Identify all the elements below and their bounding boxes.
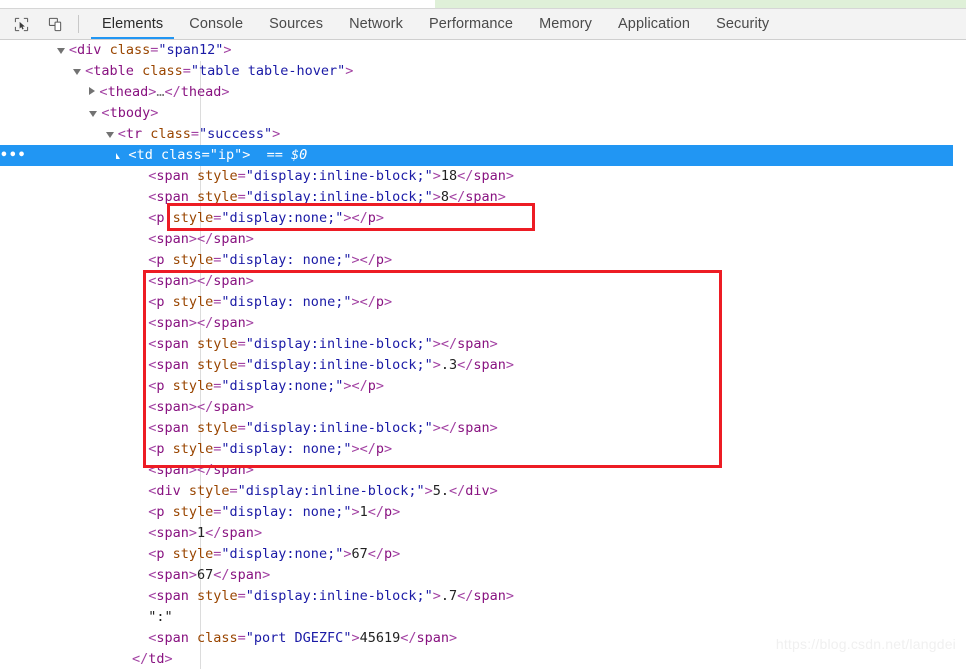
dom-node-source: <span>67</span> <box>148 567 271 583</box>
dom-node-source: <span></span> <box>148 462 254 478</box>
tab-console-label: Console <box>189 16 244 32</box>
toolbar-divider <box>78 15 79 33</box>
tab-memory[interactable]: Memory <box>526 9 605 39</box>
dom-tree-row[interactable]: <div class="span12"> <box>0 40 966 61</box>
dom-tree-row[interactable]: <span></span> <box>0 460 966 481</box>
twisty-collapsed-icon[interactable] <box>89 87 96 95</box>
twisty-expanded-icon[interactable] <box>73 69 82 75</box>
inspect-element-icon[interactable] <box>8 12 34 36</box>
dom-node-source: <p style="display:none;">67</p> <box>148 546 401 562</box>
tab-sources[interactable]: Sources <box>256 9 336 39</box>
dom-tree-row[interactable]: <span></span> <box>0 229 966 250</box>
dom-node-source: <p style="display:none;"></p> <box>148 210 385 226</box>
dom-node-source: </td> <box>131 651 173 667</box>
dom-node-source: <span style="display:inline-block;">.7</… <box>148 588 515 604</box>
tab-elements-label: Elements <box>102 16 164 32</box>
tab-application[interactable]: Application <box>605 9 703 39</box>
dom-tree-row[interactable]: <p style="display:none;"></p> <box>0 376 966 397</box>
window-top-strip-left <box>0 0 435 8</box>
dom-node-source: <span></span> <box>148 231 254 247</box>
dom-node-source: <p style="display: none;"></p> <box>148 252 393 268</box>
dom-node-source: <span class="port DGEZFC">45619</span> <box>148 630 458 646</box>
selected-node-marker: == $0 <box>250 147 308 163</box>
device-toolbar-icon[interactable] <box>42 12 68 36</box>
dom-tree-row[interactable]: <table class="table table-hover"> <box>0 61 966 82</box>
dom-tree-row[interactable]: <p style="display: none;"></p> <box>0 439 966 460</box>
tab-security[interactable]: Security <box>703 9 782 39</box>
elements-dom-tree[interactable]: <div class="span12"> <table class="table … <box>0 40 966 670</box>
dom-tree-row[interactable]: <p style="display: none;"></p> <box>0 250 966 271</box>
tab-console[interactable]: Console <box>176 9 256 39</box>
dom-node-source: <span style="display:inline-block;">18</… <box>148 168 515 184</box>
dom-tree-row[interactable]: <p style="display:none;"></p> <box>0 208 966 229</box>
dom-node-source: <span style="display:inline-block;">.3</… <box>148 357 515 373</box>
tab-application-label: Application <box>618 16 691 32</box>
tab-network[interactable]: Network <box>336 9 416 39</box>
dom-tree-row[interactable]: <p style="display: none;"></p> <box>0 292 966 313</box>
dom-node-source: <p style="display: none;">1</p> <box>148 504 401 520</box>
dom-node-source: <div class="span12"> <box>68 42 232 58</box>
page-success-strip <box>435 0 966 8</box>
dom-tree-row[interactable]: <span>1</span> <box>0 523 966 544</box>
dom-tree-row[interactable]: </td> <box>0 649 966 670</box>
dom-tree-row[interactable]: <span></span> <box>0 397 966 418</box>
tab-elements[interactable]: Elements <box>89 9 176 39</box>
tab-sources-label: Sources <box>269 16 324 32</box>
dom-tree-row[interactable]: <span style="display:inline-block;">18</… <box>0 166 966 187</box>
dom-node-source: <span></span> <box>148 315 254 331</box>
dom-node-source: <td class="ip"> <box>128 147 251 163</box>
dom-tree-row[interactable]: <thead>…</thead> <box>0 82 966 103</box>
dom-node-source: <div style="display:inline-block;">5.</d… <box>148 483 498 499</box>
dom-tree-row[interactable]: <tr class="success"> <box>0 124 966 145</box>
dom-tree-row[interactable]: <p style="display:none;">67</p> <box>0 544 966 565</box>
dom-node-source: <p style="display: none;"></p> <box>148 441 393 457</box>
tab-performance-label: Performance <box>428 16 514 32</box>
dom-tree-row[interactable]: <span>67</span> <box>0 565 966 586</box>
dom-node-source: <tbody> <box>101 105 159 121</box>
dom-node-source: <p style="display: none;"></p> <box>148 294 393 310</box>
dom-node-source: <span>1</span> <box>148 525 263 541</box>
tab-security-label: Security <box>716 16 770 32</box>
dom-node-source: <span style="display:inline-block;"></sp… <box>148 336 498 352</box>
dom-tree-row[interactable]: <span style="display:inline-block;">.3</… <box>0 355 966 376</box>
dom-node-source: <thead>…</thead> <box>99 84 230 100</box>
dom-tree-row[interactable]: <span style="display:inline-block;"></sp… <box>0 418 966 439</box>
dom-node-source: <span style="display:inline-block;">8</s… <box>148 189 506 205</box>
twisty-expanded-icon[interactable] <box>116 153 124 159</box>
dom-node-source: <tr class="success"> <box>117 126 281 142</box>
tab-network-label: Network <box>349 16 403 32</box>
devtools-toolbar: Elements Console Sources Network Perform… <box>0 9 966 39</box>
dom-tree-row[interactable]: <span style="display:inline-block;">.7</… <box>0 586 966 607</box>
dom-node-source: <table class="table table-hover"> <box>85 63 354 79</box>
dom-node-source: <span></span> <box>148 399 254 415</box>
twisty-expanded-icon[interactable] <box>105 132 114 138</box>
dom-tree-row[interactable]: ":" <box>0 607 966 628</box>
watermark: https://blog.csdn.net/langdei <box>775 636 956 652</box>
dom-node-source: <span style="display:inline-block;"></sp… <box>148 420 498 436</box>
twisty-expanded-icon[interactable] <box>56 48 65 54</box>
dom-tree-row[interactable]: <p style="display: none;">1</p> <box>0 502 966 523</box>
dom-tree-row[interactable]: <span style="display:inline-block;">8</s… <box>0 187 966 208</box>
devtools-tabs: Elements Console Sources Network Perform… <box>89 9 782 39</box>
selected-row-badge: ••• <box>0 148 27 163</box>
dom-tree-row[interactable]: <div style="display:inline-block;">5.</d… <box>0 481 966 502</box>
dom-node-source: <span></span> <box>148 273 254 289</box>
dom-node-source: <p style="display:none;"></p> <box>148 378 385 394</box>
dom-node-source: ":" <box>148 609 173 625</box>
dom-tree-row[interactable]: ••• <td class="ip"> == $0 <box>0 145 953 166</box>
dom-tree-row[interactable]: <span style="display:inline-block;"></sp… <box>0 334 966 355</box>
tab-performance[interactable]: Performance <box>416 9 526 39</box>
dom-tree-row[interactable]: <tbody> <box>0 103 966 124</box>
tab-memory-label: Memory <box>539 16 593 32</box>
dom-tree-row[interactable]: <span></span> <box>0 313 966 334</box>
twisty-expanded-icon[interactable] <box>89 111 98 117</box>
dom-tree-row[interactable]: <span></span> <box>0 271 966 292</box>
